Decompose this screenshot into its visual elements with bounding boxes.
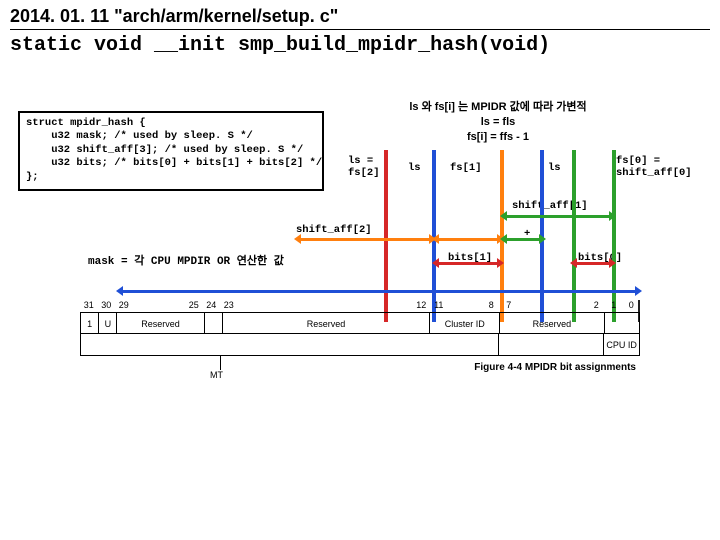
label-fs1: fs[1] [450, 162, 482, 174]
mt-label: MT [210, 370, 223, 380]
label-ls-fs2: ls = fs[2] [348, 155, 380, 179]
bitnum: 25 [189, 300, 199, 310]
note-ls-fs: ls 와 fs[i] 는 MPIDR 값에 따라 가변적 ls = fls fs… [388, 100, 608, 145]
bit-cell: Cluster ID [430, 312, 500, 334]
bitnum: 24 [206, 300, 216, 310]
bitnum: 0 [629, 300, 634, 310]
label-shift-aff1: shift_aff[1] [512, 200, 588, 212]
label-ls2: ls [548, 162, 561, 174]
bit-figure: 313029252423121187210 1UReservedReserved… [80, 300, 640, 373]
bit-cell: U [99, 312, 117, 334]
arrow-mask [122, 290, 636, 293]
struct-code-box: struct mpidr_hash { u32 mask; /* used by… [18, 111, 324, 191]
bit-row-1: 1UReservedReservedCluster IDReserved [80, 312, 640, 334]
bitnum: 2 [594, 300, 599, 310]
bitnum: 1 [611, 300, 616, 310]
arrow-plus [506, 238, 540, 241]
bitnum: 11 [434, 300, 443, 310]
bitnum: 29 [119, 300, 129, 310]
mt-tick [220, 356, 221, 370]
bitnum: 12 [416, 300, 426, 310]
arrow-shift-aff2-2 [438, 238, 498, 241]
bit-cell: Reserved [500, 312, 604, 334]
bit-cell: Reserved [223, 312, 431, 334]
vbar-green-2 [612, 150, 616, 322]
label-fs0-shift0: fs[0] = shift_aff[0] [616, 155, 692, 179]
vbar-green-1 [572, 150, 576, 322]
bit-cell [81, 334, 499, 356]
bit-cell [205, 312, 223, 334]
label-shift-aff2: shift_aff[2] [296, 224, 372, 236]
arrow-bits1 [438, 262, 498, 265]
figure-caption: Figure 4-4 MPIDR bit assignments [80, 362, 640, 373]
bit-cell [605, 312, 640, 334]
bit-cell: Reserved [117, 312, 204, 334]
bitnum: 31 [84, 300, 94, 310]
bit-row-2: CPU ID [80, 334, 640, 356]
bitnum: 30 [101, 300, 111, 310]
header-filepath: 2014. 01. 11 "arch/arm/kernel/setup. c" [10, 6, 710, 30]
bitnum: 8 [489, 300, 494, 310]
bit-cell: CPU ID [604, 334, 640, 356]
bitnum: 7 [506, 300, 511, 310]
vbar-red [384, 150, 388, 322]
bit-numbers: 31 30 29 25 24 23 12 11 8 7 2 1 0 [80, 300, 640, 312]
bit-cell [499, 334, 604, 356]
bitnum: 23 [224, 300, 234, 310]
arrow-shift-aff2-1 [300, 238, 430, 241]
arrow-bits0 [576, 262, 610, 265]
page-header: 2014. 01. 11 "arch/arm/kernel/setup. c" … [0, 0, 720, 59]
label-ls1: ls [408, 162, 421, 174]
bit-cell: 1 [81, 312, 99, 334]
arrow-shift-aff1 [506, 215, 610, 218]
mask-note: mask = 각 CPU MPDIR OR 연산한 값 [88, 252, 284, 268]
header-funcsig: static void __init smp_build_mpidr_hash(… [10, 30, 710, 57]
